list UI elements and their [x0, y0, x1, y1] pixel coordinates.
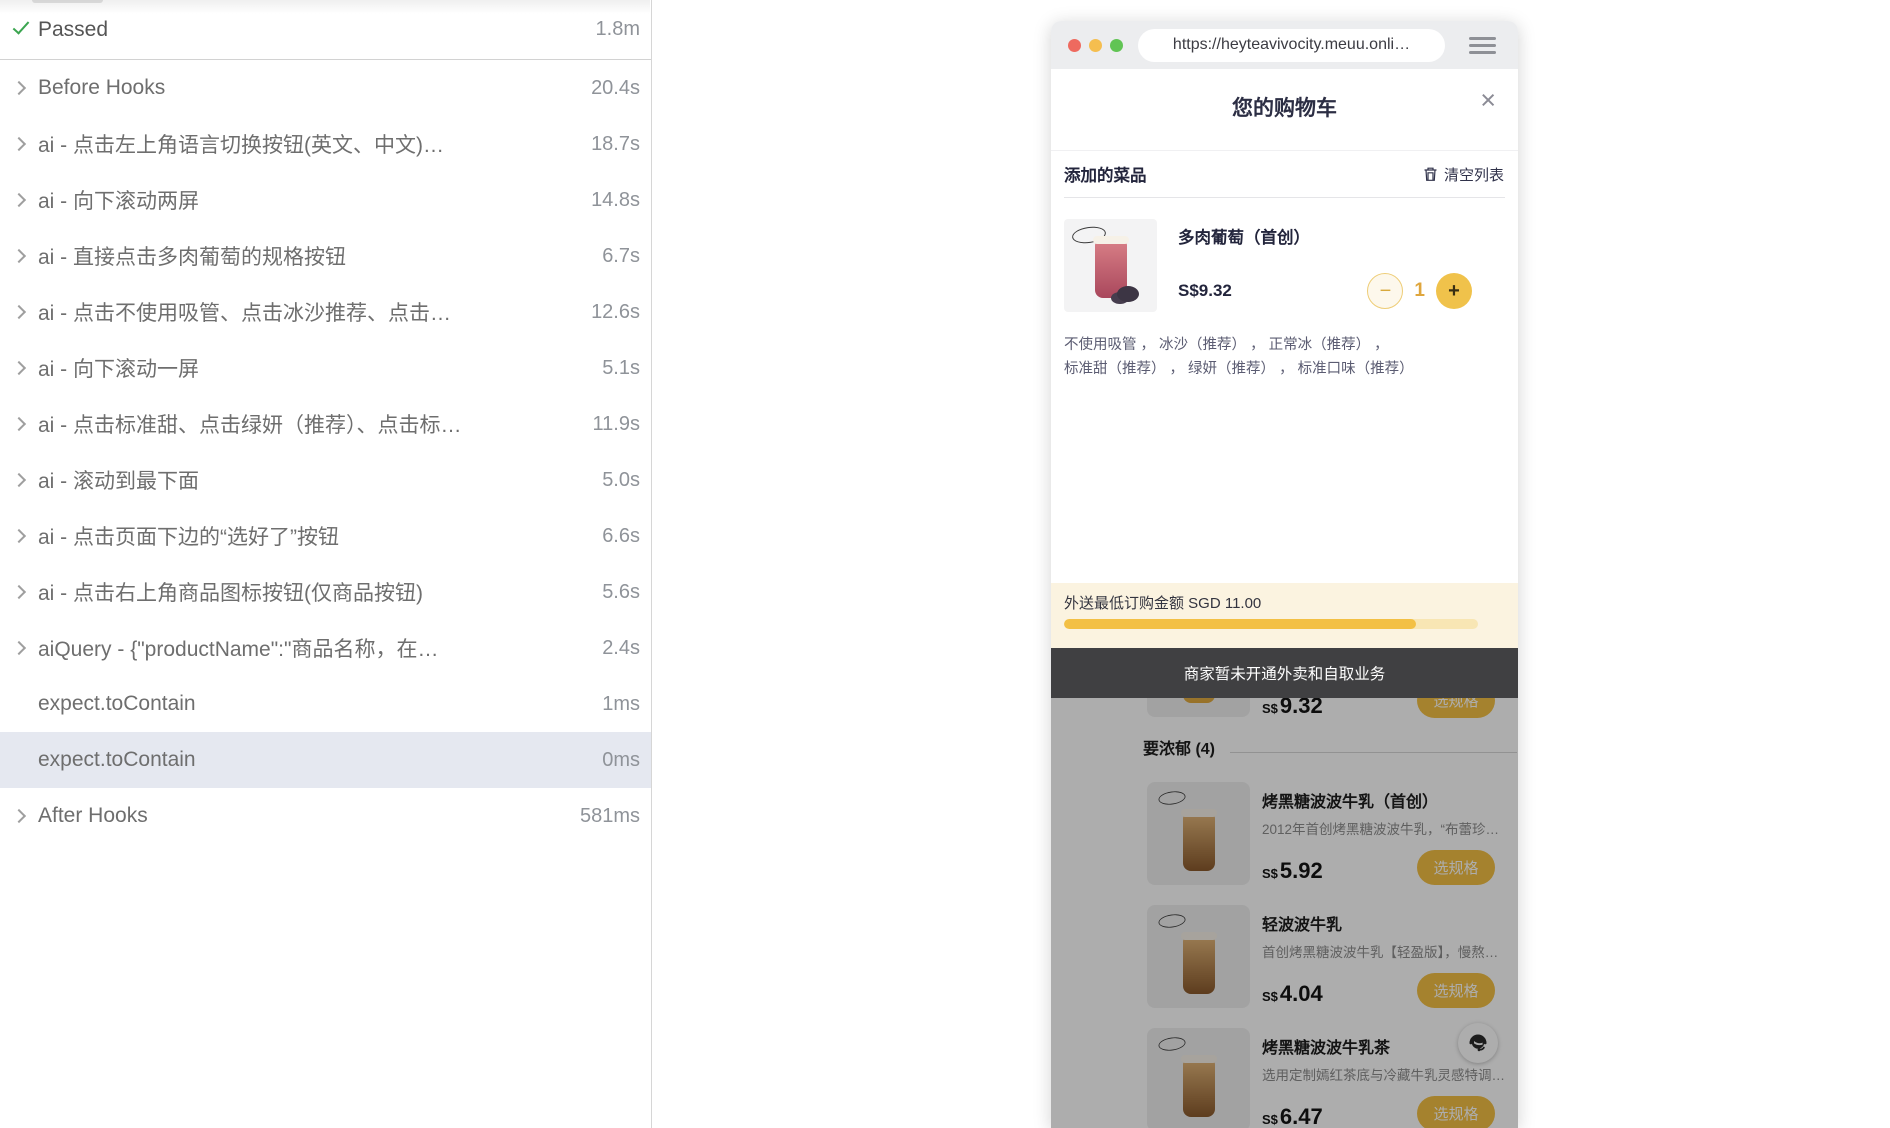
- chevron-right-icon: [12, 251, 38, 261]
- test-step-label: ai - 向下滚动两屏: [38, 185, 591, 215]
- test-step-duration: 1ms: [602, 693, 640, 716]
- test-step-row[interactable]: ai - 向下滚动两屏 14.8s: [0, 172, 651, 228]
- test-step-label: expect.toContain: [38, 692, 602, 716]
- test-step-label: ai - 点击右上角商品图标按钮(仅商品按钮): [38, 577, 602, 607]
- chevron-right-icon: [12, 83, 38, 93]
- clear-list-button[interactable]: 清空列表: [1423, 164, 1504, 185]
- test-step-row[interactable]: After Hooks 581ms: [0, 788, 651, 844]
- options-line-2: 标准甜（推荐） ， 绿妍（推荐） ， 标准口味（推荐）: [1064, 357, 1414, 381]
- test-step-row[interactable]: ai - 向下滚动一屏 5.1s: [0, 340, 651, 396]
- address-bar[interactable]: https://heyteavivocity.meuu.onli…: [1138, 29, 1445, 62]
- test-step-row[interactable]: ai - 点击不使用吸管、点击冰沙推荐、点击… 12.6s: [0, 284, 651, 340]
- increase-quantity-button[interactable]: +: [1436, 273, 1472, 309]
- test-status-label: Passed: [38, 18, 596, 42]
- test-step-duration: 11.9s: [593, 413, 640, 436]
- cart-item-image: [1064, 219, 1157, 312]
- added-items-label: 添加的菜品: [1064, 162, 1147, 186]
- clear-list-label: 清空列表: [1444, 164, 1504, 185]
- test-step-row[interactable]: ai - 滚动到最下面 5.0s: [0, 452, 651, 508]
- close-window-button[interactable]: [1068, 39, 1081, 52]
- chevron-right-icon: [12, 587, 38, 597]
- test-step-label: ai - 向下滚动一屏: [38, 353, 602, 383]
- test-step-duration: 14.8s: [591, 189, 640, 212]
- cart-modal: 您的购物车 × 添加的菜品 清空列表 多肉: [1051, 69, 1518, 648]
- zoom-window-button[interactable]: [1110, 39, 1123, 52]
- cart-item-name: 多肉葡萄（首创）: [1178, 224, 1310, 248]
- test-step-duration: 6.7s: [602, 245, 640, 268]
- divider: [1051, 150, 1518, 151]
- chevron-right-icon: [12, 139, 38, 149]
- cart-item-options: 不使用吸管 ， 冰沙（推荐） ， 正常冰（推荐） ， 标准甜（推荐） ， 绿妍（…: [1064, 333, 1414, 381]
- toast-banner: 商家暂未开通外卖和自取业务: [1051, 648, 1518, 698]
- preview-stage: https://heyteavivocity.meuu.onli… S$9.32…: [653, 0, 1890, 1128]
- test-step-row[interactable]: ai - 点击右上角商品图标按钮(仅商品按钮) 5.6s: [0, 564, 651, 620]
- test-step-label: ai - 点击不使用吸管、点击冰沙推荐、点击…: [38, 297, 591, 327]
- test-status-duration: 1.8m: [596, 18, 640, 41]
- app-root: Passed 1.8m Before Hooks 20.4s ai - 点击左上…: [0, 0, 1890, 1128]
- test-step-label: ai - 直接点击多肉葡萄的规格按钮: [38, 241, 602, 271]
- browser-mockup: https://heyteavivocity.meuu.onli… S$9.32…: [1051, 21, 1518, 1128]
- test-step-list: Before Hooks 20.4s ai - 点击左上角语言切换按钮(英文、中…: [0, 60, 651, 844]
- divider: [1064, 197, 1505, 198]
- test-step-row[interactable]: ai - 点击页面下边的“选好了”按钮 6.6s: [0, 508, 651, 564]
- window-controls: [1068, 39, 1123, 52]
- test-step-duration: 2.4s: [602, 637, 640, 660]
- chevron-right-icon: [12, 643, 38, 653]
- browser-topbar: https://heyteavivocity.meuu.onli…: [1051, 21, 1518, 69]
- test-step-duration: 18.7s: [591, 133, 640, 156]
- cart-item-price: S$9.32: [1178, 281, 1232, 301]
- chevron-right-icon: [12, 307, 38, 317]
- test-step-duration: 20.4s: [591, 77, 640, 100]
- min-order-banner: 外送最低订购金额 SGD 11.00: [1051, 583, 1518, 648]
- chevron-right-icon: [12, 363, 38, 373]
- test-step-row[interactable]: ai - 点击标准甜、点击绿妍（推荐）、点击标… 11.9s: [0, 396, 651, 452]
- scroll-remnant: [32, 0, 103, 3]
- hamburger-icon[interactable]: [1469, 33, 1496, 58]
- check-icon: [12, 18, 38, 42]
- test-step-label: Before Hooks: [38, 76, 591, 100]
- test-step-label: ai - 点击页面下边的“选好了”按钮: [38, 521, 602, 551]
- test-step-duration: 5.0s: [602, 469, 640, 492]
- quantity-value: 1: [1414, 280, 1425, 302]
- chevron-right-icon: [12, 195, 38, 205]
- test-step-label: ai - 点击左上角语言切换按钮(英文、中文)…: [38, 129, 591, 159]
- test-step-row[interactable]: Before Hooks 20.4s: [0, 60, 651, 116]
- test-step-row[interactable]: expect.toContain 1ms: [0, 676, 651, 732]
- test-step-label: After Hooks: [38, 804, 580, 828]
- test-step-duration: 0ms: [602, 749, 640, 772]
- trash-icon: [1423, 166, 1438, 182]
- test-step-row[interactable]: ai - 点击左上角语言切换按钮(英文、中文)… 18.7s: [0, 116, 651, 172]
- chevron-right-icon: [12, 531, 38, 541]
- chevron-right-icon: [12, 419, 38, 429]
- chevron-right-icon: [12, 811, 38, 821]
- close-icon[interactable]: ×: [1480, 87, 1496, 114]
- cart-title: 您的购物车: [1051, 92, 1518, 122]
- options-line-1: 不使用吸管 ， 冰沙（推荐） ， 正常冰（推荐） ，: [1064, 333, 1414, 357]
- chevron-right-icon: [12, 475, 38, 485]
- test-step-label: ai - 滚动到最下面: [38, 465, 602, 495]
- test-step-duration: 12.6s: [591, 301, 640, 324]
- decrease-quantity-button[interactable]: −: [1367, 273, 1403, 309]
- test-step-duration: 581ms: [580, 805, 640, 828]
- minimize-window-button[interactable]: [1089, 39, 1102, 52]
- quantity-stepper: − 1 +: [1367, 273, 1472, 309]
- min-order-progress: [1064, 619, 1478, 629]
- test-step-row[interactable]: aiQuery - {"productName":"商品名称，在… 2.4s: [0, 620, 651, 676]
- test-step-label: ai - 点击标准甜、点击绿妍（推荐）、点击标…: [38, 409, 593, 439]
- min-order-label: 外送最低订购金额 SGD 11.00: [1064, 592, 1261, 613]
- test-step-duration: 6.6s: [602, 525, 640, 548]
- test-step-duration: 5.6s: [602, 581, 640, 604]
- test-steps-panel: Passed 1.8m Before Hooks 20.4s ai - 点击左上…: [0, 0, 652, 1128]
- test-step-label: expect.toContain: [38, 748, 602, 772]
- test-step-label: aiQuery - {"productName":"商品名称，在…: [38, 633, 602, 663]
- test-status-row[interactable]: Passed 1.8m: [0, 0, 651, 60]
- test-step-row[interactable]: ai - 直接点击多肉葡萄的规格按钮 6.7s: [0, 228, 651, 284]
- test-step-row[interactable]: expect.toContain 0ms: [0, 732, 651, 788]
- test-step-duration: 5.1s: [602, 357, 640, 380]
